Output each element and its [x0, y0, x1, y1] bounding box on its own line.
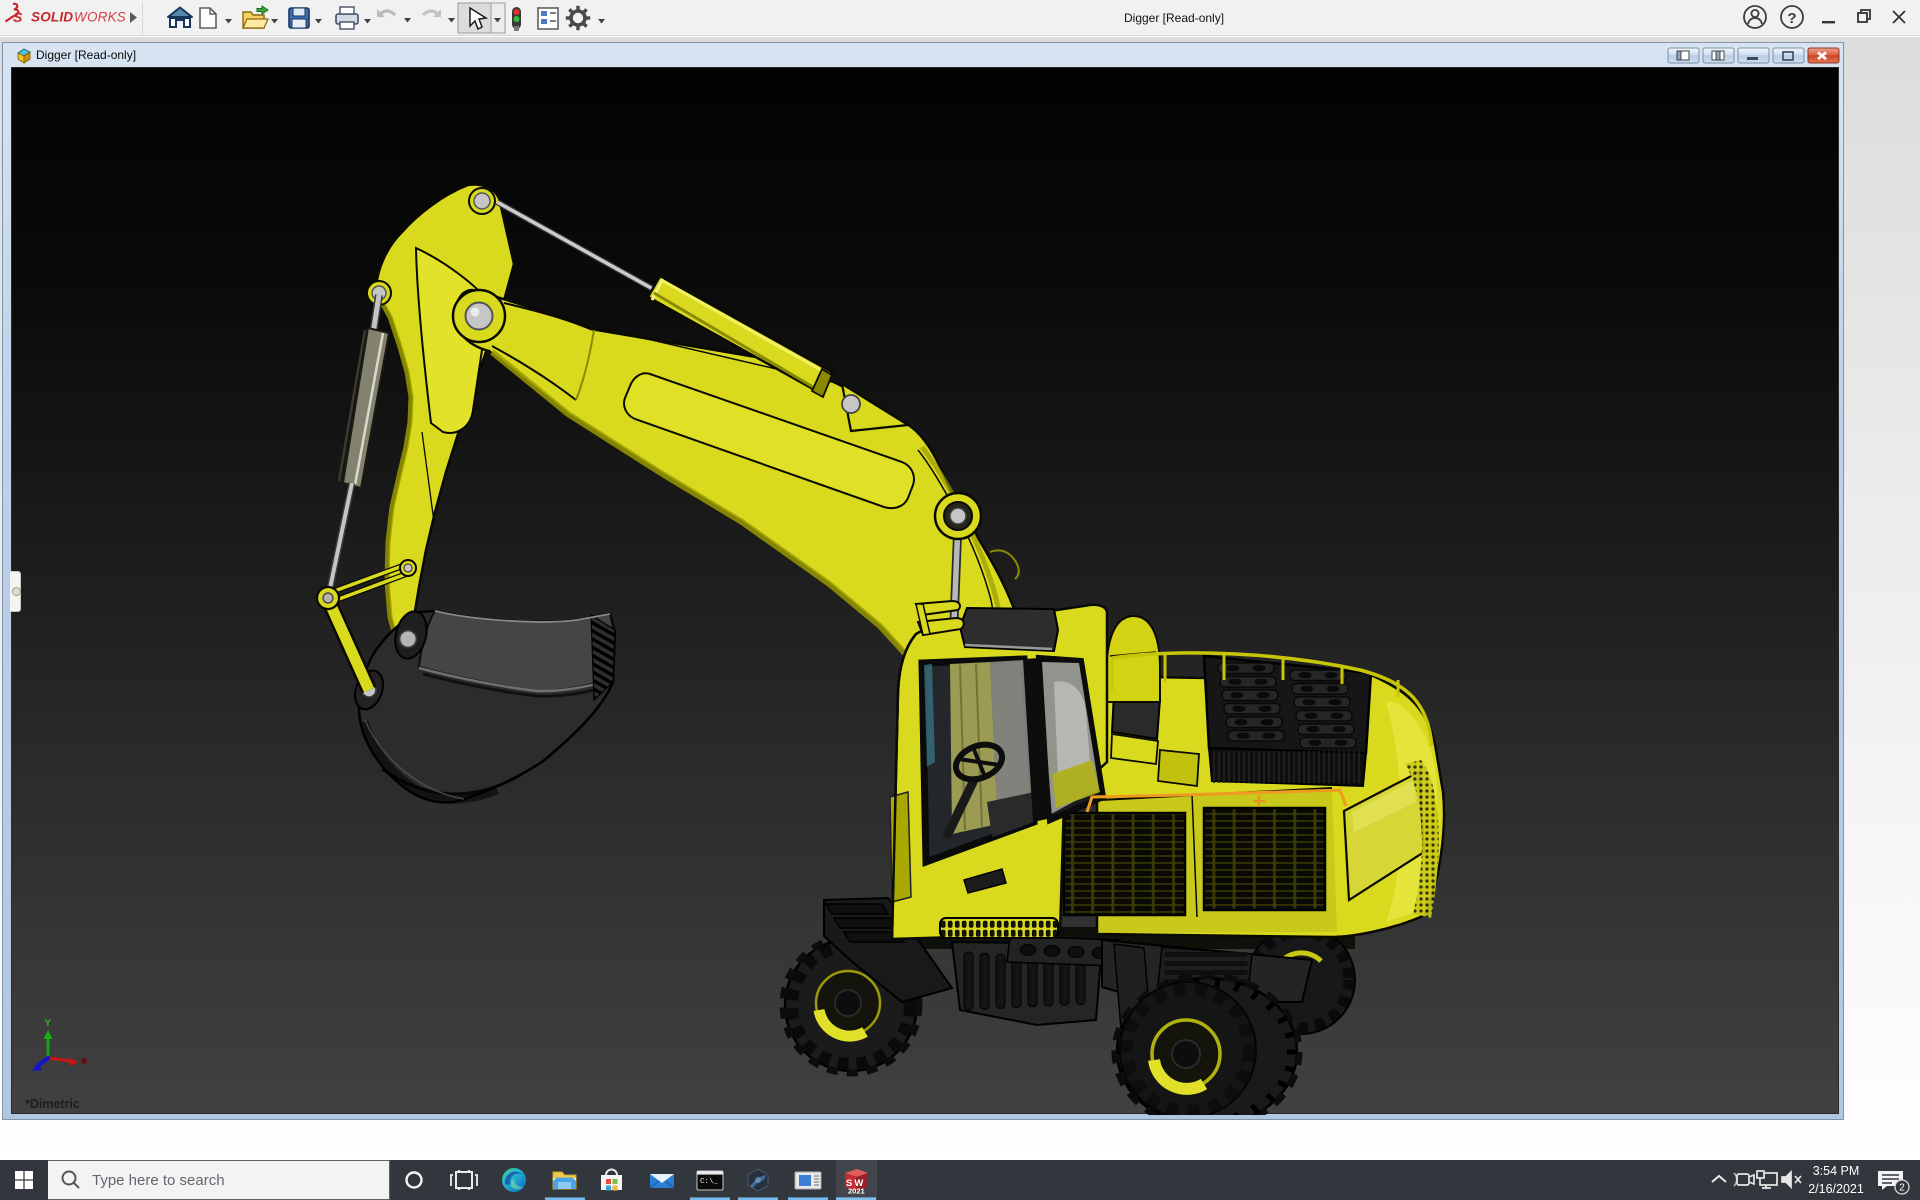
- svg-text:WORKS: WORKS: [74, 10, 126, 25]
- svg-text:S: S: [13, 9, 23, 25]
- svg-text:2: 2: [1899, 1183, 1905, 1194]
- svg-text:C:\_: C:\_: [700, 1178, 719, 1186]
- svg-text:SOLID: SOLID: [31, 10, 73, 25]
- svg-text:?: ?: [1787, 10, 1796, 27]
- svg-text:3:54 PM: 3:54 PM: [1813, 1164, 1860, 1178]
- svg-text:2/16/2021: 2/16/2021: [1808, 1182, 1864, 1196]
- svg-text:Y: Y: [45, 1018, 52, 1029]
